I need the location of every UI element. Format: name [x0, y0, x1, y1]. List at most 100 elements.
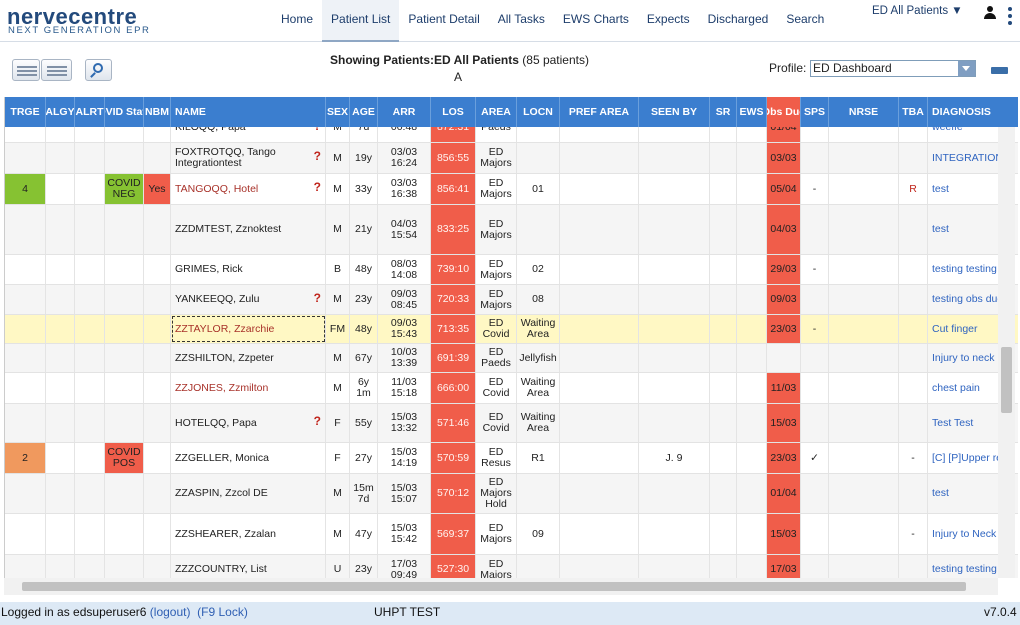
cell-trge: [5, 474, 46, 513]
cell-arr: 04/03 15:54: [378, 205, 431, 254]
column-header-obs[interactable]: Obs Due: [767, 97, 801, 127]
cell-locn: Waiting Area: [517, 315, 560, 343]
cell-arr: 03/03 16:38: [378, 174, 431, 204]
column-header-covid[interactable]: COVID Status: [105, 97, 144, 127]
table-row[interactable]: ZZASPIN, Zzcol DE M 15m 7d 15/03 15:07 570:1…: [5, 474, 1018, 514]
user-icon[interactable]: [983, 5, 997, 21]
cell-algy: [46, 205, 75, 254]
alert-flag-icon[interactable]: ?: [314, 127, 321, 132]
cell-name[interactable]: ZZZCOUNTRY, List: [171, 555, 326, 578]
cell-age: 47y: [350, 514, 378, 554]
cell-age: 23y: [350, 285, 378, 314]
nav-search[interactable]: Search: [777, 0, 833, 42]
cell-name[interactable]: HOTELQQ, Papa?: [171, 404, 326, 442]
cell-area: ED Covid: [476, 404, 517, 442]
logged-in-text: Logged in as edsuperuser6: [1, 605, 147, 619]
table-row[interactable]: ZZSHEARER, Zzalan M 47y 15/03 15:42 569:37 ED…: [5, 514, 1018, 555]
column-header-los[interactable]: LOS: [431, 97, 476, 127]
cell-name[interactable]: FOXTROTQQ, Tango Integrationtest?: [171, 143, 326, 173]
cell-name[interactable]: ZZGELLER, Monica: [171, 443, 326, 473]
cell-name[interactable]: KILOQQ, Papa?: [171, 127, 326, 142]
cell-locn: 09: [517, 514, 560, 554]
logout-link[interactable]: (logout): [150, 605, 191, 619]
column-header-locn[interactable]: LOCN: [517, 97, 560, 127]
view-compact-button[interactable]: [12, 59, 40, 81]
nav-patient-list[interactable]: Patient List: [322, 0, 400, 42]
printer-icon[interactable]: [991, 63, 1008, 78]
column-header-sex[interactable]: SEX: [326, 97, 350, 127]
column-header-tba[interactable]: TBA: [899, 97, 928, 127]
column-header-arr[interactable]: ARR: [378, 97, 431, 127]
column-header-sps[interactable]: SPS: [801, 97, 829, 127]
cell-alrt: [75, 127, 105, 142]
cell-seen: [639, 205, 710, 254]
cell-name[interactable]: ZZASPIN, Zzcol DE: [171, 474, 326, 513]
column-header-name[interactable]: NAME: [171, 97, 326, 127]
nav-expects[interactable]: Expects: [638, 0, 699, 42]
table-row[interactable]: YANKEEQQ, Zulu? M 23y 09/03 08:45 720:33 ED M…: [5, 285, 1018, 315]
nav-discharged[interactable]: Discharged: [699, 0, 778, 42]
cell-name[interactable]: ZZSHILTON, Zzpeter: [171, 344, 326, 372]
column-header-nbm[interactable]: NBM: [144, 97, 171, 127]
patient-list-selector[interactable]: ED All Patients ▼: [872, 5, 963, 17]
more-menu-icon[interactable]: [1007, 7, 1013, 29]
cell-sex: F: [326, 404, 350, 442]
cell-name[interactable]: ZZDMTEST, Zznoktest: [171, 205, 326, 254]
cell-name[interactable]: ZZTAYLOR, Zzarchie: [171, 315, 326, 343]
table-row[interactable]: HOTELQQ, Papa? F 55y 15/03 13:32 571:46 ED Co…: [5, 404, 1018, 443]
lock-link[interactable]: (F9 Lock): [197, 605, 248, 619]
table-row[interactable]: 4 COVID NEG Yes TANGOQQ, Hotel? M 33y 03/03 16…: [5, 174, 1018, 205]
cell-sr: [710, 344, 737, 372]
cell-name[interactable]: ZZSHEARER, Zzalan: [171, 514, 326, 554]
table-row[interactable]: ZZTAYLOR, Zzarchie FM 48y 09/03 15:43 713:35…: [5, 315, 1018, 344]
cell-name[interactable]: YANKEEQQ, Zulu?: [171, 285, 326, 314]
column-header-nrse[interactable]: NRSE: [829, 97, 899, 127]
cell-ews: [737, 344, 767, 372]
view-expanded-button[interactable]: [41, 59, 72, 81]
cell-ews: [737, 474, 767, 513]
column-header-trge[interactable]: TRGE: [5, 97, 46, 127]
cell-arr: 15/03 13:32: [378, 404, 431, 442]
cell-ews: [737, 404, 767, 442]
table-row[interactable]: GRIMES, Rick B 48y 08/03 14:08 739:10 ED Majo…: [5, 255, 1018, 285]
nav-ews-charts[interactable]: EWS Charts: [554, 0, 638, 42]
table-row[interactable]: ZZJONES, Zzmilton M 6y 1m 11/03 15:18 666:00…: [5, 373, 1018, 404]
column-header-pref[interactable]: PREF AREA: [560, 97, 639, 127]
alert-flag-icon[interactable]: ?: [314, 150, 321, 162]
alert-flag-icon[interactable]: ?: [314, 292, 321, 304]
cell-tba: [899, 143, 928, 173]
column-header-algy[interactable]: ALGY: [46, 97, 75, 127]
cell-trge: 2: [5, 443, 46, 473]
column-header-alrt[interactable]: ALRT: [75, 97, 105, 127]
table-row[interactable]: ZZZCOUNTRY, List U 23y 17/03 09:49 527:30 ED …: [5, 555, 1018, 578]
cell-name[interactable]: TANGOQQ, Hotel?: [171, 174, 326, 204]
cell-sex: M: [326, 127, 350, 142]
table-row[interactable]: ZZDMTEST, Zznoktest M 21y 04/03 15:54 833:25…: [5, 205, 1018, 255]
column-header-diag[interactable]: DIAGNOSIS: [928, 97, 1018, 127]
search-button[interactable]: [85, 59, 112, 81]
cell-name[interactable]: GRIMES, Rick: [171, 255, 326, 284]
column-header-sr[interactable]: SR: [710, 97, 737, 127]
alert-flag-icon[interactable]: ?: [314, 181, 321, 193]
cell-alrt: [75, 474, 105, 513]
cell-seen: [639, 143, 710, 173]
alert-flag-icon[interactable]: ?: [314, 415, 321, 427]
nav-patient-detail[interactable]: Patient Detail: [399, 0, 488, 42]
column-header-area[interactable]: AREA: [476, 97, 517, 127]
horizontal-scrollbar[interactable]: [4, 578, 998, 595]
table-row[interactable]: ZZSHILTON, Zzpeter M 67y 10/03 13:39 691:39 E…: [5, 344, 1018, 373]
table-row[interactable]: KILOQQ, Papa?M7d00:48872:31Paeds01/04wee…: [5, 127, 1018, 143]
cell-nbm: Yes: [144, 174, 171, 204]
table-row[interactable]: FOXTROTQQ, Tango Integrationtest? M 19y 03/…: [5, 143, 1018, 174]
vertical-scrollbar[interactable]: [998, 127, 1015, 578]
nav-all-tasks[interactable]: All Tasks: [489, 0, 554, 42]
cell-ews: [737, 373, 767, 403]
nav-home[interactable]: Home: [272, 0, 322, 42]
column-header-ews[interactable]: EWS: [737, 97, 767, 127]
column-header-seen[interactable]: SEEN BY: [639, 97, 710, 127]
cell-name[interactable]: ZZJONES, Zzmilton: [171, 373, 326, 403]
cell-los: 739:10: [431, 255, 476, 284]
column-header-age[interactable]: AGE: [350, 97, 378, 127]
table-row[interactable]: 2 COVID POS ZZGELLER, Monica F 27y 15/03 14:1…: [5, 443, 1018, 474]
profile-select[interactable]: ED Dashboard: [810, 60, 976, 77]
